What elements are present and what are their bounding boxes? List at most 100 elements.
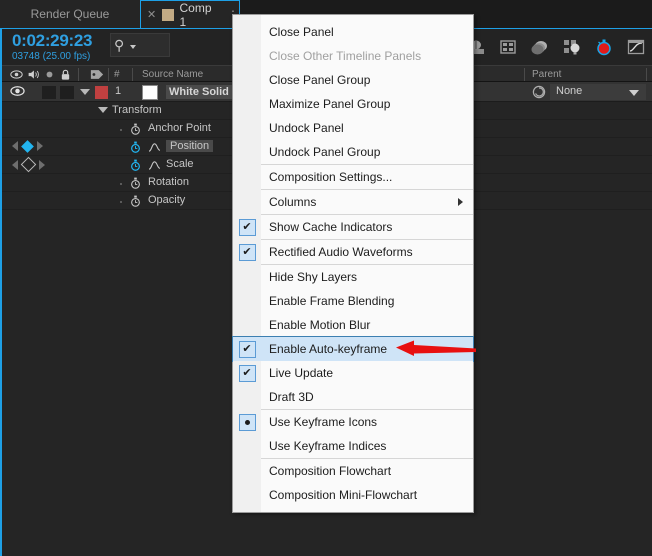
property-bullet-icon — [120, 201, 122, 203]
graph-curve-icon[interactable] — [148, 142, 161, 153]
previous-keyframe-icon[interactable] — [12, 141, 18, 151]
property-bullet-icon — [120, 183, 122, 185]
auto-keyframe-stopwatch-icon[interactable] — [594, 37, 614, 57]
stopwatch-icon[interactable] — [130, 123, 141, 135]
checkmark-icon: ✔ — [238, 364, 256, 382]
radio-selected-icon — [238, 413, 256, 431]
menu-item-label: Composition Mini-Flowchart — [269, 488, 418, 502]
keyframe-navigator-scale[interactable] — [12, 156, 45, 173]
menu-item-maximize-panel-group[interactable]: Maximize Panel Group — [233, 92, 473, 116]
layer-label-color[interactable] — [95, 86, 108, 99]
tab-render-queue-label: Render Queue — [30, 7, 110, 21]
layer-name[interactable]: White Solid 1 — [166, 85, 243, 99]
tab-comp-1[interactable]: ✕ Comp 1 ⋮ — [140, 0, 240, 29]
menu-item-enable-frame-blending[interactable]: Enable Frame Blending — [233, 289, 473, 313]
panel-context-menu[interactable]: Close Panel Close Other Timeline Panels Cl… — [232, 14, 474, 513]
menu-item-label: Maximize Panel Group — [269, 97, 391, 111]
menu-item-label: Draft 3D — [269, 390, 314, 404]
menu-item-label: Undock Panel — [269, 121, 344, 135]
label-tag-icon[interactable] — [90, 69, 104, 80]
menu-item-label: Use Keyframe Indices — [269, 439, 387, 453]
menu-item-composition-settings[interactable]: Composition Settings... — [233, 165, 473, 189]
graph-editor-icon[interactable] — [626, 37, 646, 57]
solo-icon[interactable] — [44, 69, 55, 80]
solo-toggle-cell[interactable] — [42, 86, 56, 99]
menu-item-enable-auto-keyframe[interactable]: ✔ Enable Auto-keyframe — [232, 336, 474, 362]
chevron-down-icon[interactable] — [629, 90, 639, 96]
property-name-rotation: Rotation — [148, 176, 189, 188]
menu-item-label: Hide Shy Layers — [269, 270, 358, 284]
menu-item-label: Enable Motion Blur — [269, 318, 371, 332]
close-x-icon[interactable]: ✕ — [147, 8, 156, 21]
search-icon: ⚲ — [114, 37, 125, 53]
submenu-arrow-icon — [458, 198, 463, 206]
lock-toggle-cell[interactable] — [60, 86, 74, 99]
stopwatch-icon[interactable] — [130, 195, 141, 207]
menu-item-label: Use Keyframe Icons — [269, 415, 378, 429]
stopwatch-icon-active[interactable] — [130, 159, 141, 171]
menu-item-enable-motion-blur[interactable]: Enable Motion Blur — [233, 313, 473, 337]
menu-item-label: Columns — [269, 195, 317, 209]
checkmark-icon: ✔ — [238, 218, 256, 236]
graph-curve-icon[interactable] — [148, 160, 161, 171]
eye-icon[interactable] — [10, 85, 25, 97]
menu-item-close-panel-group[interactable]: Close Panel Group — [233, 68, 473, 92]
menu-item-composition-flowchart[interactable]: Composition Flowchart — [233, 459, 473, 483]
after-effects-timeline-panel: Render Queue ✕ Comp 1 ⋮ 0:02:29:23 03748… — [0, 0, 652, 556]
menu-item-label: Rectified Audio Waveforms — [269, 245, 413, 259]
lock-icon[interactable] — [60, 69, 71, 81]
menu-item-undock-panel-group[interactable]: Undock Panel Group — [233, 140, 473, 164]
keyframe-diamond-icon[interactable] — [20, 156, 37, 173]
menu-item-columns[interactable]: Columns — [233, 190, 473, 214]
column-header-source-name[interactable]: Source Name — [142, 69, 203, 80]
audio-icon[interactable] — [27, 69, 40, 80]
checkmark-icon: ✔ — [238, 340, 256, 358]
pickwhip-icon[interactable] — [532, 85, 546, 99]
menu-item-hide-shy-layers[interactable]: Hide Shy Layers — [233, 265, 473, 289]
tab-comp-1-label: Comp 1 — [179, 0, 212, 29]
menu-item-label: Close Panel Group — [269, 73, 371, 87]
menu-item-use-keyframe-indices[interactable]: Use Keyframe Indices — [233, 434, 473, 458]
column-header-parent[interactable]: Parent — [532, 69, 561, 80]
brainstorm-icon[interactable] — [562, 37, 582, 57]
property-name-transform: Transform — [112, 104, 162, 116]
column-header-number[interactable]: # — [114, 69, 120, 80]
comp-color-swatch-icon — [162, 8, 174, 21]
transform-expand-triangle-icon[interactable] — [98, 107, 108, 113]
eye-icon[interactable] — [10, 69, 23, 80]
menu-item-show-cache-indicators[interactable]: ✔ Show Cache Indicators — [233, 215, 473, 239]
menu-item-label: Undock Panel Group — [269, 145, 381, 159]
checkmark-icon: ✔ — [238, 243, 256, 261]
menu-item-label: Live Update — [269, 366, 334, 380]
menu-item-label: Show Cache Indicators — [269, 220, 393, 234]
previous-keyframe-icon[interactable] — [12, 159, 18, 170]
chevron-down-icon[interactable] — [130, 45, 136, 49]
menu-item-rectified-audio-waveforms[interactable]: ✔ Rectified Audio Waveforms — [233, 240, 473, 264]
next-keyframe-icon[interactable] — [37, 141, 43, 151]
menu-item-undock-panel[interactable]: Undock Panel — [233, 116, 473, 140]
next-keyframe-icon[interactable] — [39, 159, 45, 170]
timeline-toolbar — [466, 33, 646, 61]
layer-expand-triangle-icon[interactable] — [80, 89, 90, 95]
stopwatch-icon[interactable] — [130, 177, 141, 189]
menu-item-live-update[interactable]: ✔ Live Update — [233, 361, 473, 385]
menu-item-draft-3d[interactable]: Draft 3D — [233, 385, 473, 409]
tab-render-queue[interactable]: Render Queue — [0, 0, 140, 28]
stopwatch-icon-active[interactable] — [130, 141, 141, 153]
menu-item-close-other-timeline-panels: Close Other Timeline Panels — [233, 44, 473, 68]
current-timecode[interactable]: 0:02:29:23 — [12, 31, 92, 51]
keyframe-diamond-icon[interactable] — [21, 139, 34, 153]
layer-source-swatch — [142, 85, 158, 100]
menu-item-close-panel[interactable]: Close Panel — [233, 20, 473, 44]
keyframe-navigator-position[interactable] — [12, 139, 43, 153]
frame-blending-icon[interactable] — [498, 37, 518, 57]
property-name-position: Position — [166, 140, 214, 152]
menu-item-composition-mini-flowchart[interactable]: Composition Mini-Flowchart — [233, 483, 473, 507]
motion-blur-icon[interactable] — [530, 37, 550, 57]
property-name-scale: Scale — [166, 158, 194, 170]
menu-item-use-keyframe-icons[interactable]: Use Keyframe Icons — [233, 410, 473, 434]
menu-item-label: Close Panel — [269, 25, 334, 39]
parent-dropdown[interactable]: None — [550, 84, 646, 100]
frame-info: 03748 (25.00 fps) — [12, 51, 91, 62]
menu-item-label: Composition Settings... — [269, 170, 393, 184]
